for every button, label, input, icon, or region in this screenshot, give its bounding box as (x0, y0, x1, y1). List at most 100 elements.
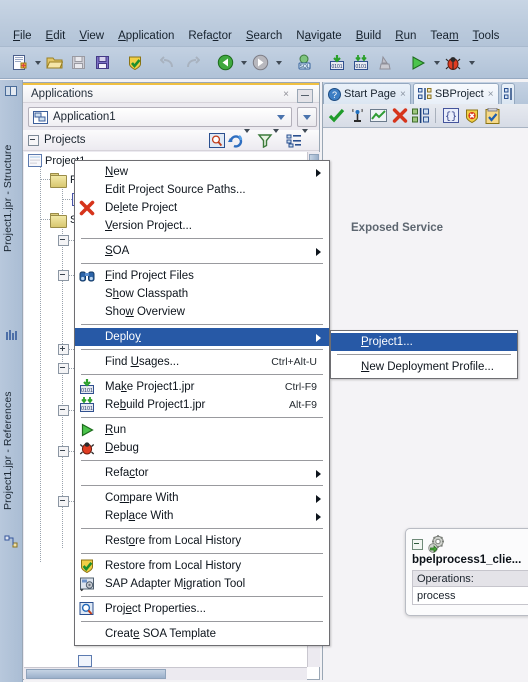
debug-icon[interactable] (442, 51, 464, 75)
view-options-icon[interactable] (286, 133, 302, 148)
vtab-structure[interactable]: Project1.jpr - Structure (2, 102, 20, 252)
clipboard-icon[interactable] (482, 105, 503, 126)
menu-item-restore-from-local-history[interactable]: Restore from Local History (75, 532, 329, 550)
menu-item-debug-label: Debug (105, 442, 139, 454)
save-icon[interactable] (67, 51, 89, 75)
menu-item-check-code-compliance[interactable]: Restore from Local History (75, 557, 329, 575)
deploy-submenu[interactable]: Project1... New Deployment Profile... (330, 330, 518, 379)
menubar-item-search[interactable]: Search (239, 28, 289, 44)
vtab-references[interactable]: Project1.jpr - References (2, 350, 20, 510)
left-vertical-dock: Project1.jpr - Structure Project1.jpr - … (0, 80, 23, 682)
menu-item-refactor[interactable]: Refactor (75, 464, 329, 482)
menu-item-rebuild-project[interactable]: 0101 Rebuild Project1.jpr Alt-F9 (75, 396, 329, 414)
menu-item-show-classpath[interactable]: Show Classpath (75, 285, 329, 303)
open-folder-icon[interactable] (43, 51, 65, 75)
close-icon[interactable]: × (283, 89, 289, 100)
menubar-item-application[interactable]: Application (111, 28, 181, 44)
menu-item-create-soa-template[interactable]: Create SOA Template (75, 625, 329, 643)
rebuild-icon[interactable]: 0101 (350, 51, 372, 75)
forward-icon[interactable] (249, 51, 271, 75)
back-dropdown-icon[interactable] (238, 51, 249, 75)
menu-item-replace-with[interactable]: Replace With (75, 507, 329, 525)
editor-tab-sbproject[interactable]: SBProject × (412, 83, 499, 104)
window-restore-icon[interactable] (4, 84, 18, 98)
monitor-chart-icon[interactable] (368, 105, 389, 126)
minimize-icon[interactable] (297, 89, 313, 103)
application-menu-button[interactable] (297, 107, 317, 127)
menubar-item-view[interactable]: View (72, 28, 111, 44)
tree-horizontal-scrollbar[interactable] (24, 667, 307, 680)
refresh-dropdown-icon[interactable] (244, 129, 253, 148)
tree-horizontal-scroll-thumb[interactable] (26, 669, 166, 679)
delete-x-icon[interactable] (389, 105, 410, 126)
new-icon[interactable] (8, 51, 30, 75)
save-all-icon[interactable] (91, 51, 113, 75)
menu-item-show-overview[interactable]: Show Overview (75, 303, 329, 321)
chevron-down-icon[interactable] (277, 115, 285, 120)
application-combo[interactable]: Application1 (28, 107, 292, 127)
projects-collapse-toggle[interactable] (28, 134, 39, 146)
run-test-icon[interactable] (347, 105, 368, 126)
menubar-item-build[interactable]: Build (349, 28, 389, 44)
menu-item-run[interactable]: Run (75, 421, 329, 439)
sbproject-icon[interactable] (410, 105, 431, 126)
check-code-compliance-icon[interactable] (124, 51, 146, 75)
project-context-menu[interactable]: New Edit Project Source Paths... Delete … (74, 160, 330, 646)
menu-item-soa[interactable]: SOA (75, 242, 329, 260)
editor-tab-start-page[interactable]: ? Start Page × (323, 83, 411, 104)
filter-dropdown-icon[interactable] (273, 129, 282, 148)
braces-icon[interactable]: {} (440, 105, 461, 126)
menubar-item-navigate[interactable]: Navigate (289, 28, 348, 44)
menubar-item-team[interactable]: Team (423, 28, 465, 44)
view-options-dropdown-icon[interactable] (302, 129, 311, 148)
menu-item-make-project[interactable]: 0101 Make Project1.jpr Ctrl-F9 (75, 378, 329, 396)
menu-separator (81, 621, 323, 622)
close-icon[interactable]: × (400, 89, 406, 100)
menu-item-project-properties[interactable]: Project Properties... (75, 600, 329, 618)
close-icon[interactable]: × (488, 89, 494, 100)
menu-item-find-usages[interactable]: Find Usages... Ctrl+Alt-U (75, 353, 329, 371)
menubar-item-tools[interactable]: Tools (466, 28, 507, 44)
exposed-service-box[interactable]: bpelprocess1_clie... Operations: process (405, 528, 528, 616)
security-shield-icon[interactable] (461, 105, 482, 126)
menubar-item-run[interactable]: Run (388, 28, 423, 44)
menu-item-new-label: New (105, 166, 129, 178)
validate-check-icon[interactable] (326, 105, 347, 126)
menu-item-debug[interactable]: Debug (75, 439, 329, 457)
menu-item-find-project-files[interactable]: Find Project Files (75, 267, 329, 285)
search-icon[interactable] (209, 133, 225, 148)
undo-icon[interactable] (157, 51, 179, 75)
submenu-item-new-deployment-profile[interactable]: New Deployment Profile... (331, 358, 517, 376)
menu-item-version-project[interactable]: Version Project... (75, 217, 329, 235)
run-dropdown-icon[interactable] (431, 51, 442, 75)
debug-dropdown-icon[interactable] (466, 51, 477, 75)
menubar-item-refactor[interactable]: Refactor (181, 28, 238, 44)
menu-item-edit-project-source-paths[interactable]: Edit Project Source Paths... (75, 181, 329, 199)
menu-item-sap-adapter-migration-tool[interactable]: SAP Adapter Migration Tool (75, 575, 329, 593)
structure-icon[interactable] (4, 328, 18, 342)
run-icon[interactable] (407, 51, 429, 75)
filter-icon[interactable] (257, 133, 273, 148)
operation-process[interactable]: process (412, 587, 528, 605)
editor-canvas[interactable]: Exposed Service bpelprocess1_clie... Ope… (323, 128, 528, 680)
menu-item-compare-with[interactable]: Compare With (75, 489, 329, 507)
sql-connection-icon[interactable]: SQL (293, 51, 315, 75)
forward-dropdown-icon[interactable] (273, 51, 284, 75)
submenu-item-project1[interactable]: Project1... (331, 333, 517, 351)
service-collapse-toggle[interactable] (412, 538, 423, 550)
redo-icon[interactable] (181, 51, 203, 75)
menubar-item-edit[interactable]: Edit (39, 28, 73, 44)
menu-item-delete-project[interactable]: Delete Project (75, 199, 329, 217)
back-icon[interactable] (214, 51, 236, 75)
clean-icon[interactable] (374, 51, 396, 75)
application-icon (33, 111, 48, 124)
menu-item-rebuild-project-label: Rebuild Project1.jpr (105, 399, 206, 411)
refresh-icon[interactable] (228, 133, 244, 148)
editor-tab-overflow[interactable] (500, 83, 515, 104)
menubar-item-file[interactable]: File (6, 28, 39, 44)
new-dropdown-icon[interactable] (32, 51, 43, 75)
menu-item-new[interactable]: New (75, 163, 329, 181)
make-icon[interactable]: 0101 (326, 51, 348, 75)
menu-item-deploy[interactable]: Deploy (75, 328, 329, 346)
references-icon[interactable] (4, 535, 18, 549)
